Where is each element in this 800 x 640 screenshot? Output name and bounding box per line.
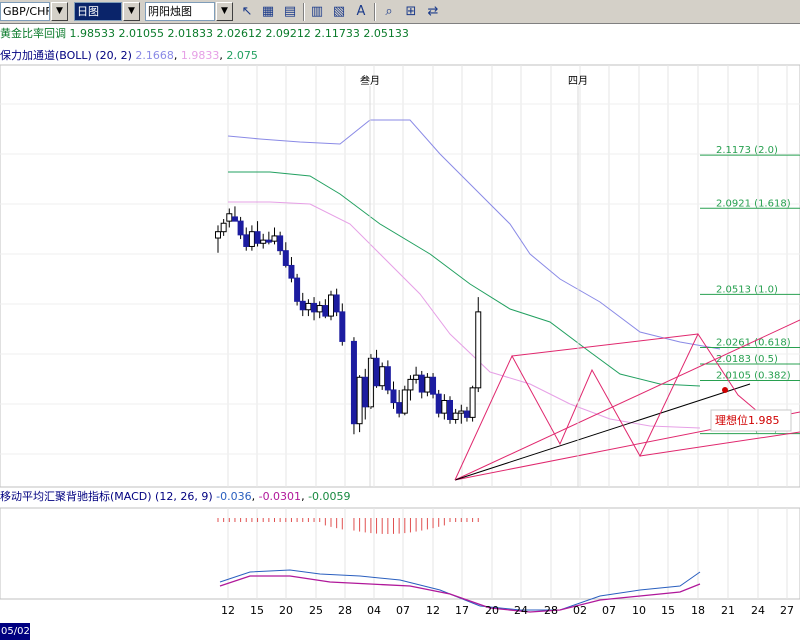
candle-body (384, 366, 391, 391)
x-tick-label: 10 (632, 604, 646, 617)
x-tick-label: 12 (426, 604, 440, 617)
cursor-icon[interactable]: ↖ (238, 3, 256, 21)
candle-body (424, 376, 431, 393)
candle-body (322, 305, 329, 317)
symbol-dropdown-button[interactable]: ▼ (51, 2, 68, 21)
indicator-icon[interactable]: ▧ (330, 3, 348, 21)
candle-body (294, 277, 301, 302)
x-tick-label: 15 (250, 604, 264, 617)
candle-body (333, 294, 340, 313)
candle-body (435, 393, 442, 414)
period-select[interactable]: 日图 (74, 2, 122, 21)
x-tick-label: 15 (661, 604, 675, 617)
chart-zoom-icon[interactable]: ▤ (281, 3, 299, 21)
crosshair-icon[interactable]: ⊞ (402, 3, 420, 21)
chart-style-select[interactable]: 阴阳烛图 (145, 2, 215, 21)
x-tick-label: 07 (602, 604, 616, 617)
candle-body (220, 222, 227, 233)
fib-level-label: 2.0921 (1.618) (716, 198, 791, 209)
candle-body (452, 412, 459, 420)
candle-body (447, 399, 453, 420)
price-chart[interactable]: 2.1173 (2.0) 2.0921 (1.618) 2.0513 (1.0) 2.… (0, 24, 800, 640)
magnifier-icon[interactable]: ⌕ (380, 3, 398, 21)
candle-body (316, 305, 323, 313)
x-tick-label: 07 (396, 604, 410, 617)
x-tick-label: 28 (544, 604, 558, 617)
x-tick-label: 12 (221, 604, 235, 617)
x-tick-label: 24 (514, 604, 528, 617)
bar-chart-icon[interactable]: ▥ (308, 3, 326, 21)
candle-body (379, 366, 386, 387)
x-tick-label: 28 (338, 604, 352, 617)
x-tick-label: 25 (309, 604, 323, 617)
x-tick-label: 21 (721, 604, 735, 617)
target-dot (722, 387, 728, 393)
candle-body (469, 387, 476, 418)
candle-body (328, 294, 334, 317)
candle-body (215, 231, 221, 239)
month-label: 四月 (568, 75, 588, 87)
candle-body (339, 311, 346, 342)
candle-body (282, 250, 289, 266)
candle-body (396, 402, 403, 414)
fib-level-label: 2.1173 (2.0) (716, 145, 778, 156)
text-tool-icon[interactable]: A (352, 3, 370, 21)
candle-body (390, 389, 397, 404)
candle-body (271, 235, 278, 242)
fib-level-label: 2.0261 (0.618) (716, 338, 791, 349)
app-window: { "toolbar": { "symbol": "GBP/CHF", "per… (0, 0, 800, 640)
candle-body (299, 300, 306, 311)
x-tick-label: 17 (455, 604, 469, 617)
candle-body (413, 374, 420, 380)
symbol-select[interactable]: GBP/CHF (0, 2, 50, 21)
candle-body (356, 376, 363, 425)
candle-body (237, 220, 244, 236)
fib-level-label: 2.0183 (0.5) (716, 354, 778, 365)
x-tick-label: 24 (751, 604, 765, 617)
fib-level-label: 2.0513 (1.0) (716, 284, 778, 295)
candle-body (401, 389, 408, 414)
chart-style-dropdown-button[interactable]: ▼ (216, 2, 233, 21)
candle-body (373, 357, 380, 387)
annotation-label: 理想位1.985 (715, 413, 780, 427)
candle-body (277, 235, 284, 252)
candle-body (430, 376, 437, 395)
candle-body (265, 239, 272, 243)
price-panel (0, 64, 800, 488)
toolbar: GBP/CHF ▼ 日图 ▼ 阴阳烛图 ▼ ↖ ▦ ▤ ▥ ▧ A ⌕ ⊞ ⇄ (0, 0, 800, 24)
x-tick-label: 27 (780, 604, 794, 617)
candle-body (367, 357, 374, 408)
candle-body (260, 239, 267, 244)
candle-body (362, 376, 369, 408)
candle-body (458, 410, 465, 414)
x-tick-label: 18 (691, 604, 705, 617)
x-tick-label: 20 (485, 604, 499, 617)
annotation: 理想位1.985 (710, 409, 792, 432)
fib-level-label: 2.0105 (0.382) (716, 370, 791, 381)
candle-body (254, 231, 261, 244)
candle-body (231, 216, 238, 222)
candle-body (418, 374, 425, 393)
candle-body (441, 399, 448, 414)
candle-body (350, 340, 357, 425)
candle-body (463, 410, 470, 418)
x-tick-label: 20 (279, 604, 293, 617)
candle-body (407, 378, 414, 391)
x-tick-label: 04 (367, 604, 381, 617)
candle-body (475, 311, 482, 389)
candle-body (288, 264, 295, 279)
candle-body (243, 234, 250, 247)
candle-body (305, 302, 312, 311)
period-dropdown-button[interactable]: ▼ (123, 2, 140, 21)
expand-icon[interactable]: ⇄ (424, 3, 442, 21)
month-label: 叁月 (360, 74, 380, 87)
x-tick-label: 02 (573, 604, 587, 617)
chart-grid-icon[interactable]: ▦ (259, 3, 277, 21)
candle-body (248, 231, 255, 247)
status-date: 05/02 (0, 623, 30, 640)
candle-body (226, 213, 233, 222)
candle-body (311, 302, 318, 313)
chart-frame: 黄金比率回调 1.98533 2.01055 2.01833 2.02612 2… (0, 24, 800, 640)
